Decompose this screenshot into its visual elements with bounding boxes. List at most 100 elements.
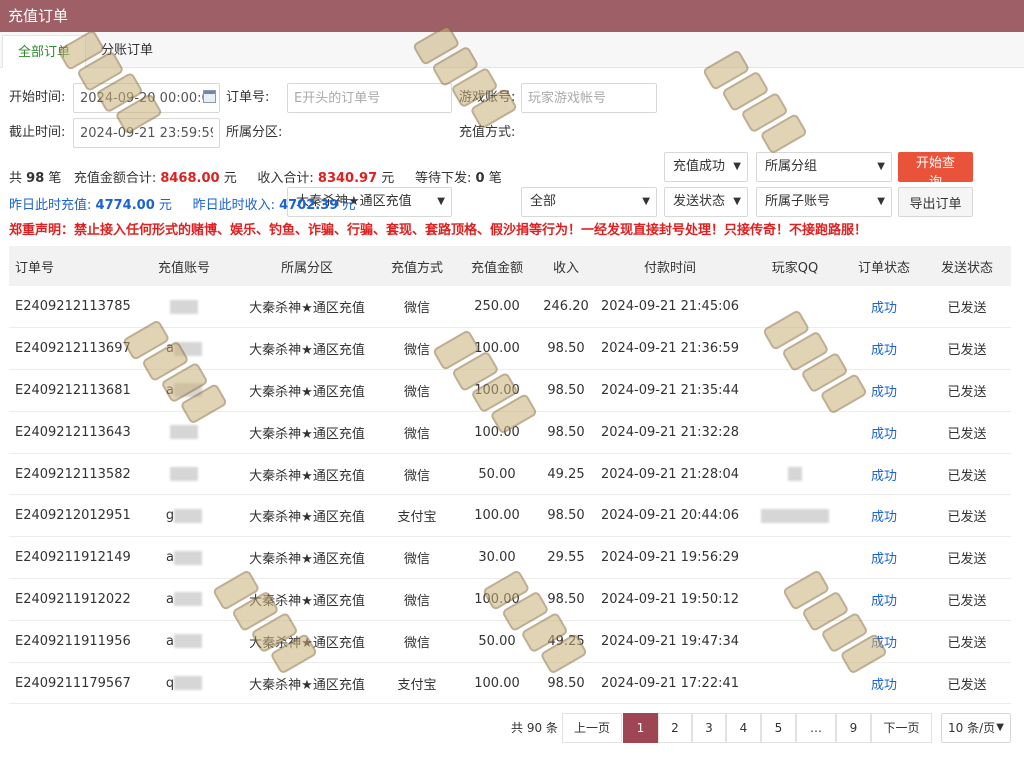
page-button-9[interactable]: 9 [836, 713, 871, 743]
page-size-value: 10 条/页 [948, 721, 996, 735]
pending-count: 0 [475, 171, 485, 186]
orders-table: 订单号 充值账号 所属分区 充值方式 充值金额 收入 付款时间 玩家QQ 订单状… [9, 246, 1011, 704]
order-status-cell[interactable]: 成功 [845, 537, 923, 579]
send-status-select[interactable]: 发送状态 ▼ [664, 187, 748, 217]
amount-cell: 100.00 [474, 424, 520, 440]
order-status-cell[interactable]: 成功 [845, 662, 923, 704]
pay-time-cell: 2024-09-21 21:36:59 [600, 341, 740, 357]
zone-cell: 大秦杀神★通区充值 [249, 593, 365, 609]
page-title-bar: 充值订单 [0, 0, 1024, 32]
sub-account-value: 所属子账号 [765, 194, 831, 209]
order-status-cell[interactable]: 成功 [845, 453, 923, 495]
recharge-status-select[interactable]: 充值成功 ▼ [664, 152, 748, 182]
income-cell: 98.50 [547, 341, 585, 357]
redacted-account [174, 676, 203, 691]
next-page-button[interactable]: 下一页 [871, 713, 932, 743]
yesterday-line: 昨日此时充值: 4774.00 元 昨日此时收入: 4702.39 元 [9, 194, 355, 213]
pay-time-cell: 2024-09-21 21:32:28 [600, 424, 740, 440]
redacted-account [170, 299, 198, 314]
amount-cell: 250.00 [474, 299, 520, 315]
pay-time-cell: 2024-09-21 17:22:41 [600, 675, 740, 691]
col-send-status: 发送状态 [940, 260, 993, 276]
redacted-account [173, 592, 202, 607]
send-status-cell: 已发送 [947, 635, 987, 651]
page-button-5[interactable]: 5 [761, 713, 796, 743]
page-button-3[interactable]: 3 [692, 713, 726, 743]
amount-cell: 100.00 [474, 382, 520, 398]
order-no-label: 订单号: [226, 90, 270, 105]
recharge-status-value: 充值成功 [673, 159, 726, 174]
order-no-cell: E2409211912022 [15, 591, 131, 607]
page-button-2[interactable]: 2 [658, 713, 692, 743]
player-qq-cell [745, 411, 845, 453]
end-time-label: 截止时间: [9, 125, 66, 140]
order-status-cell[interactable]: 成功 [845, 370, 923, 412]
pay-method-label: 充值方式: [459, 125, 516, 140]
col-amount: 充值金额 [470, 260, 523, 276]
order-no-cell: E2409211911956 [15, 633, 131, 649]
order-status-cell[interactable]: 成功 [845, 328, 923, 370]
player-qq-cell [745, 495, 845, 537]
amount-cell: 100.00 [474, 341, 520, 357]
order-status-cell[interactable]: 成功 [845, 411, 923, 453]
group-select[interactable]: 所属分组 ▼ [756, 152, 892, 182]
pay-time-cell: 2024-09-21 21:28:04 [600, 466, 740, 482]
player-qq-cell [745, 286, 845, 328]
income-cell: 246.20 [543, 299, 589, 315]
zone-label: 所属分区: [226, 125, 283, 140]
order-status-cell[interactable]: 成功 [845, 620, 923, 662]
order-no-cell: E2409212113697 [15, 341, 131, 357]
order-status-cell[interactable]: 成功 [845, 286, 923, 328]
page-title: 充值订单 [8, 7, 69, 25]
game-account-input[interactable] [521, 83, 657, 113]
col-income: 收入 [552, 260, 579, 276]
send-status-cell: 已发送 [947, 593, 987, 609]
zone-cell: 大秦杀神★通区充值 [249, 677, 365, 693]
income-cell: 98.50 [547, 675, 585, 691]
player-qq-cell [745, 370, 845, 412]
calendar-icon[interactable] [203, 90, 216, 103]
tab-split-orders[interactable]: 分账订单 [86, 34, 168, 67]
method-cell: 微信 [403, 384, 430, 400]
end-time-picker[interactable] [73, 118, 220, 148]
order-status-cell[interactable]: 成功 [845, 579, 923, 621]
start-time-input[interactable] [73, 83, 220, 113]
game-account-label: 游戏账号: [459, 90, 516, 105]
zone-cell: 大秦杀神★通区充值 [249, 343, 365, 359]
search-button[interactable]: 开始查询 [898, 152, 973, 189]
method-cell: 微信 [403, 301, 430, 317]
order-no-cell: E2409211179567 [15, 675, 131, 691]
page-size-select[interactable]: 10 条/页 ▼ [941, 713, 1011, 743]
tab-all-orders[interactable]: 全部订单 [2, 35, 87, 68]
income-cell: 29.55 [547, 550, 585, 566]
start-time-picker[interactable] [73, 83, 220, 113]
yesterday-recharge-label: 昨日此时充值: [9, 198, 92, 213]
sub-account-select[interactable]: 所属子账号 ▼ [756, 187, 892, 217]
pay-time-cell: 2024-09-21 19:50:12 [600, 591, 740, 607]
recharge-sum: 8468.00 [160, 171, 220, 186]
send-status-cell: 已发送 [947, 468, 987, 484]
account-cell: a [131, 537, 237, 579]
col-account: 充值账号 [157, 260, 210, 276]
amount-cell: 50.00 [478, 633, 516, 649]
chevron-down-icon: ▼ [996, 722, 1004, 733]
prev-page-button[interactable]: 上一页 [562, 713, 622, 743]
page-button-1[interactable]: 1 [623, 713, 658, 743]
send-status-cell: 已发送 [947, 343, 987, 359]
end-time-input[interactable] [73, 118, 220, 148]
table-row: E2409211179567 q 大秦杀神★通区充值 支付宝 100.00 98.50 20… [9, 662, 1011, 704]
amount-cell: 50.00 [478, 466, 516, 482]
order-status-cell[interactable]: 成功 [845, 495, 923, 537]
col-method: 充值方式 [390, 260, 443, 276]
pay-method-select[interactable]: 全部 ▼ [521, 187, 657, 217]
start-time-label: 开始时间: [9, 90, 66, 105]
col-order-status: 订单状态 [857, 260, 910, 276]
order-no-input[interactable] [287, 83, 452, 113]
zone-cell: 大秦杀神★通区充值 [249, 552, 365, 568]
send-status-cell: 已发送 [947, 552, 987, 568]
player-qq-cell [745, 453, 845, 495]
redacted-account [174, 508, 203, 523]
export-button[interactable]: 导出订单 [898, 187, 973, 217]
account-cell: a [131, 579, 237, 621]
page-button-4[interactable]: 4 [726, 713, 761, 743]
